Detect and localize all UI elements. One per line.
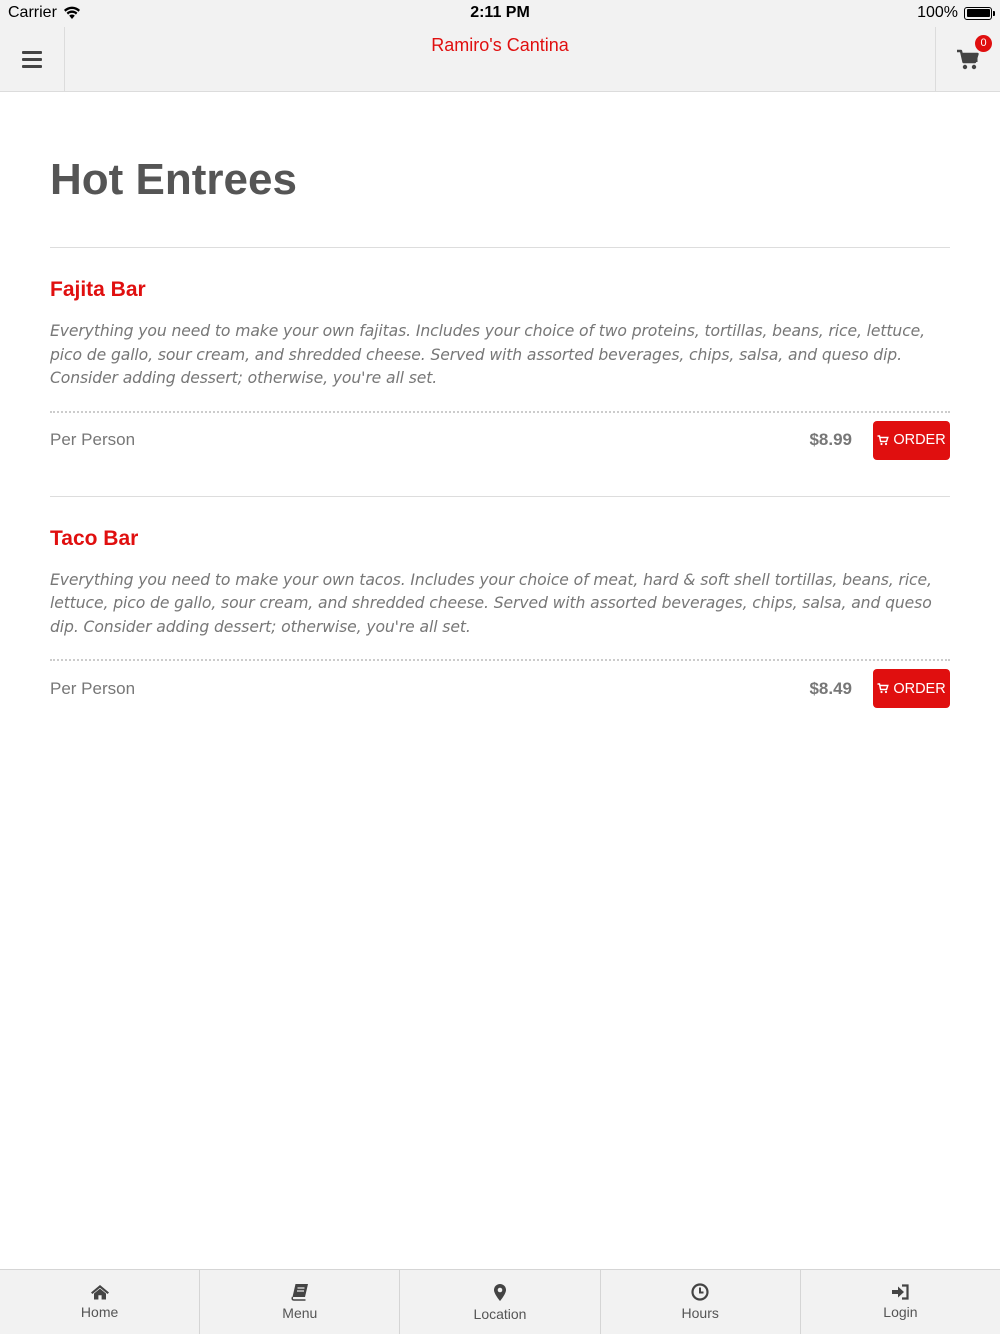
order-button[interactable]: ORDER <box>873 669 950 708</box>
map-pin-icon <box>494 1283 506 1301</box>
cart-icon <box>877 434 890 445</box>
status-bar: Carrier 2:11 PM 100% <box>0 0 1000 27</box>
tab-home[interactable]: Home <box>0 1270 201 1334</box>
price-unit: Per Person <box>50 678 136 698</box>
item-name: Fajita Bar <box>50 278 146 301</box>
menu-item: Taco Bar Everything you need to make you… <box>50 526 950 710</box>
order-button-label: ORDER <box>893 432 946 448</box>
cart-count-badge: 0 <box>975 35 992 52</box>
item-price: $8.49 <box>809 678 852 698</box>
clock-icon <box>691 1283 709 1301</box>
price-row: Per Person $8.99 ORDER <box>50 420 950 461</box>
tab-label: Home <box>80 1304 119 1320</box>
divider <box>50 247 950 248</box>
tab-label: Hours <box>681 1305 719 1321</box>
divider <box>50 495 950 497</box>
cart-icon <box>877 683 890 694</box>
cart-button[interactable]: 0 <box>935 27 1000 91</box>
battery-status: 100% <box>917 4 995 22</box>
cart-icon <box>957 49 979 70</box>
order-button-label: ORDER <box>893 680 946 697</box>
item-name: Taco Bar <box>50 526 139 550</box>
app-title: Ramiro's Cantina <box>431 35 569 55</box>
tab-menu[interactable]: Menu <box>200 1270 401 1334</box>
battery-percent: 100% <box>917 4 958 21</box>
item-description: Everything you need to make your own tac… <box>50 570 932 636</box>
nav-bar: Ramiro's Cantina 0 <box>0 27 1000 92</box>
item-description: Everything you need to make your own faj… <box>50 322 926 387</box>
menu-content: Hot Entrees Fajita Bar Everything you ne… <box>50 92 950 709</box>
tab-label: Login <box>883 1304 918 1320</box>
price-unit: Per Person <box>50 430 136 449</box>
dotted-divider <box>50 410 950 413</box>
price-row: Per Person $8.49 ORDER <box>50 668 950 709</box>
page-title: Hot Entrees <box>50 155 297 204</box>
sign-in-icon <box>891 1284 909 1300</box>
tab-login[interactable]: Login <box>801 1270 1000 1334</box>
tab-label: Menu <box>282 1305 318 1321</box>
tab-label: Location <box>473 1305 527 1322</box>
home-icon <box>90 1285 109 1300</box>
dotted-divider <box>50 659 950 661</box>
tab-location[interactable]: Location <box>400 1270 601 1334</box>
tab-hours[interactable]: Hours <box>601 1270 801 1334</box>
clock-time: 2:11 PM <box>470 4 530 21</box>
book-icon <box>291 1284 308 1301</box>
item-price: $8.99 <box>809 430 852 449</box>
battery-icon <box>964 6 995 20</box>
order-button[interactable]: ORDER <box>873 420 950 460</box>
menu-item: Fajita Bar Everything you need to make y… <box>50 277 950 497</box>
bottom-tab-bar: Home Menu Location Hours Login <box>0 1269 1000 1334</box>
